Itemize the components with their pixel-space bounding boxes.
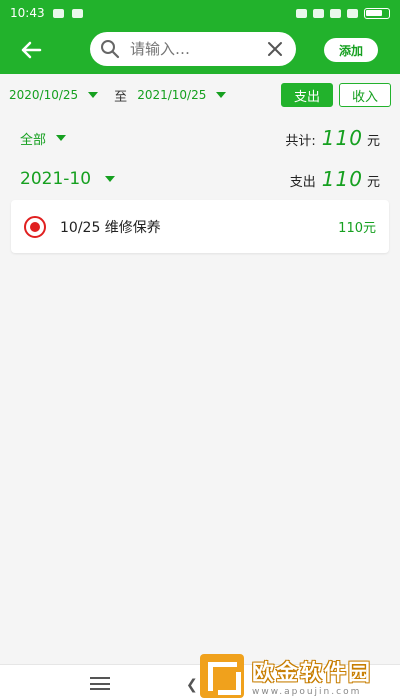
usb-icon — [52, 8, 64, 18]
to-label: 至 — [114, 89, 128, 105]
month-amount: 110 — [321, 167, 363, 191]
clear-search-button[interactable] — [264, 38, 286, 60]
hd-icon — [313, 8, 324, 18]
watermark-name: 欧金软件园 — [252, 661, 373, 686]
chevron-down-icon — [105, 176, 116, 182]
category-select[interactable]: 全部 — [20, 129, 67, 148]
month-group-header: 2021-10 支出 110 元 — [0, 164, 400, 194]
date-filter-row: 2020/10/25 至 2021/10/25 支出 收入 — [0, 74, 400, 116]
signal-icon — [330, 8, 341, 18]
shield-icon — [71, 8, 83, 18]
total-unit: 元 — [366, 134, 380, 149]
chevron-down-icon — [216, 92, 227, 98]
search-box — [90, 32, 296, 66]
start-date-select[interactable]: 2020/10/25 — [9, 88, 99, 102]
status-bar: 10:43 — [0, 0, 400, 26]
total-summary: 共计: 110 元 — [285, 126, 380, 150]
chevron-down-icon — [56, 135, 67, 141]
month-select[interactable]: 2021-10 — [20, 169, 116, 189]
start-date-value: 2020/10/25 — [9, 88, 79, 102]
arrow-left-icon — [21, 41, 42, 59]
record-title: 10/25 维修保养 — [60, 219, 161, 236]
type-toggle: 支出 收入 — [281, 83, 391, 107]
chevron-down-icon — [88, 92, 99, 98]
record-dot-icon — [24, 215, 46, 238]
month-type-label: 支出 — [289, 175, 316, 190]
watermark-logo-icon — [200, 654, 244, 698]
location-icon — [296, 8, 307, 18]
record-amount: 110元 — [338, 221, 376, 236]
income-toggle-button[interactable]: 收入 — [339, 83, 391, 107]
record-item[interactable]: 10/25 维修保养 110元 — [11, 200, 389, 253]
month-value: 2021-10 — [20, 169, 92, 189]
wifi-icon — [347, 8, 358, 18]
watermark-url: www.apoujin.com — [252, 687, 362, 697]
status-time: 10:43 — [10, 6, 45, 20]
end-date-value: 2021/10/25 — [137, 88, 207, 102]
search-input[interactable] — [130, 40, 240, 58]
summary-row: 全部 共计: 110 元 — [0, 124, 400, 152]
month-unit: 元 — [366, 175, 380, 190]
back-button[interactable] — [14, 35, 48, 65]
search-icon — [101, 40, 120, 59]
total-amount: 110 — [321, 126, 363, 150]
battery-icon — [364, 7, 390, 19]
nav-back-icon[interactable]: ❮ — [186, 677, 198, 693]
month-summary: 支出 110 元 — [290, 167, 380, 191]
close-icon — [268, 42, 282, 56]
watermark-logo: 欧金软件园 www.apoujin.com — [200, 652, 400, 700]
add-button[interactable]: 添加 — [324, 38, 378, 62]
app-bar: 添加 — [0, 26, 400, 74]
expense-toggle-button[interactable]: 支出 — [281, 83, 333, 107]
category-value: 全部 — [20, 132, 47, 148]
end-date-select[interactable]: 2021/10/25 — [137, 88, 227, 102]
menu-icon[interactable] — [90, 677, 110, 690]
total-label: 共计: — [285, 134, 316, 149]
